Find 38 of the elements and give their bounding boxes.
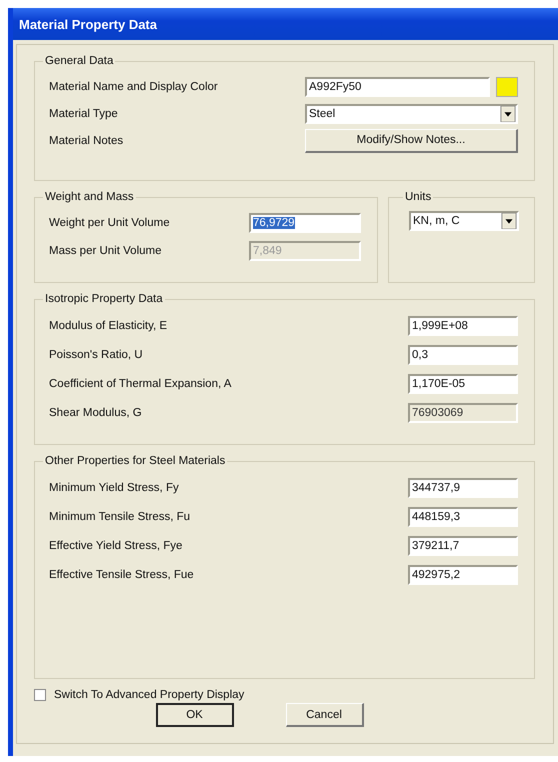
group-title: Units xyxy=(404,191,432,203)
notes-button[interactable]: Modify/Show Notes... xyxy=(305,128,518,152)
checkbox[interactable] xyxy=(34,689,46,701)
group-title: General Data xyxy=(44,55,114,67)
field-label: Poisson's Ratio, U xyxy=(49,348,144,360)
group-title: Isotropic Property Data xyxy=(44,293,164,305)
input-field[interactable]: 448159,3 xyxy=(408,506,518,526)
input-field[interactable]: 76,9729 xyxy=(249,213,361,233)
input-field[interactable]: 1,170E-05 xyxy=(408,374,518,394)
field-label: Mass per Unit Volume xyxy=(49,245,162,257)
group-title: Weight and Mass xyxy=(44,191,135,203)
dropdown[interactable]: KN, m, C xyxy=(409,211,519,231)
dropdown-arrow-icon[interactable] xyxy=(500,106,516,122)
field-label: Minimum Yield Stress, Fy xyxy=(49,482,180,494)
field-label: Material Name and Display Color xyxy=(49,80,219,92)
field-label: Material Notes xyxy=(49,134,124,146)
input-field[interactable]: 379211,7 xyxy=(408,536,518,556)
field-label: Effective Tensile Stress, Fue xyxy=(49,568,195,580)
dropdown-arrow-icon[interactable] xyxy=(501,213,517,229)
input-field[interactable]: 492975,2 xyxy=(408,564,518,584)
field-label: Modulus of Elasticity, E xyxy=(49,320,168,332)
field-label: Weight per Unit Volume xyxy=(49,217,171,229)
field-label: Material Type xyxy=(49,108,119,120)
field-label: Shear Modulus, G xyxy=(49,406,143,418)
input-field[interactable]: 0,3 xyxy=(408,344,518,364)
field-label: Effective Yield Stress, Fye xyxy=(49,540,184,552)
group-title: Other Properties for Steel Materials xyxy=(44,455,226,467)
input-field[interactable]: A992Fy50 xyxy=(305,76,490,96)
window-title: Material Property Data xyxy=(19,16,157,32)
color-swatch[interactable] xyxy=(496,76,518,96)
dialog-button[interactable]: OK xyxy=(156,703,234,727)
field-label: Coefficient of Thermal Expansion, A xyxy=(49,378,232,390)
checkbox-label[interactable]: Switch To Advanced Property Display xyxy=(54,689,244,701)
field-label: Minimum Tensile Stress, Fu xyxy=(49,510,192,522)
input-field[interactable]: 344737,9 xyxy=(408,478,518,498)
input-field[interactable]: 1,999E+08 xyxy=(408,316,518,336)
dropdown[interactable]: Steel xyxy=(305,104,518,124)
dialog-button[interactable]: Cancel xyxy=(286,703,364,727)
